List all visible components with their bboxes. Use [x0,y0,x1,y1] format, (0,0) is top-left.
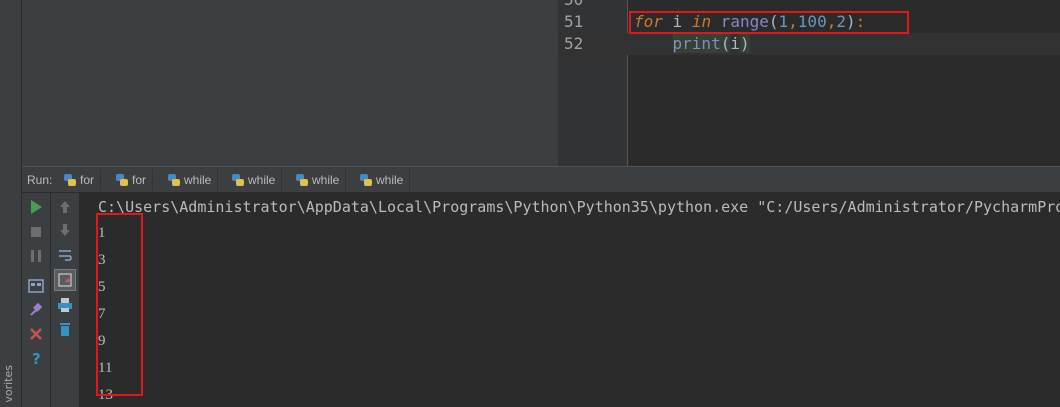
close-icon[interactable] [27,325,45,343]
code-line-current[interactable]: 52 print(i) [558,33,1060,55]
run-label: Run: [27,173,53,187]
trash-icon[interactable] [56,320,74,338]
wrap-icon[interactable] [56,246,74,264]
console-command: C:\Users\Administrator\AppData\Local\Pro… [98,198,1060,216]
run-tab[interactable]: while [228,169,283,191]
svg-text:?: ? [32,350,41,367]
run-tab-label: while [312,173,340,187]
layout-icon[interactable] [27,277,45,295]
scroll-end-toggle[interactable] [54,269,76,291]
run-console[interactable]: C:\Users\Administrator\AppData\Local\Pro… [80,193,1060,407]
favorites-label[interactable]: vorites [2,365,15,403]
run-tab-label: for [80,173,95,187]
run-tab[interactable]: while [292,169,347,191]
down-icon[interactable] [56,221,74,239]
highlight-box [96,213,143,396]
run-tool-header: Run: for for while while while while [22,166,1060,193]
code-line[interactable]: 50 [558,0,1060,11]
run-tab[interactable]: for [60,169,102,191]
scroll-end-icon [58,273,72,287]
highlight-box [629,11,909,34]
favorites-strip[interactable]: vorites [0,0,22,407]
run-tab-label: for [132,173,147,187]
run-tab[interactable]: while [356,169,411,191]
python-icon [64,174,76,186]
run-tab[interactable]: while [164,169,219,191]
run-toolbar-secondary [51,193,80,407]
print-icon[interactable] [56,296,74,314]
code-editor[interactable]: 50 51 for i in range(1,100,2): 52 print(… [558,0,1060,166]
python-icon [116,174,128,186]
up-icon[interactable] [56,198,74,216]
run-tab-label: while [248,173,276,187]
run-tab[interactable]: for [112,169,154,191]
python-icon [296,174,308,186]
project-panel [22,0,558,166]
line-number: 52 [564,34,584,53]
run-icon[interactable] [27,198,45,216]
line-number: 51 [564,12,584,31]
run-tab-label: while [184,173,212,187]
stop-icon[interactable] [27,223,45,241]
python-icon [232,174,244,186]
pin-icon[interactable] [27,301,45,319]
python-icon [168,174,180,186]
python-icon [360,174,372,186]
run-toolbar-primary: ? [22,193,51,407]
code-text[interactable]: print(i) [634,33,750,55]
run-tab-label: while [376,173,404,187]
pause-icon[interactable] [27,247,45,265]
line-number: 50 [564,0,604,11]
help-icon[interactable]: ? [27,349,45,367]
